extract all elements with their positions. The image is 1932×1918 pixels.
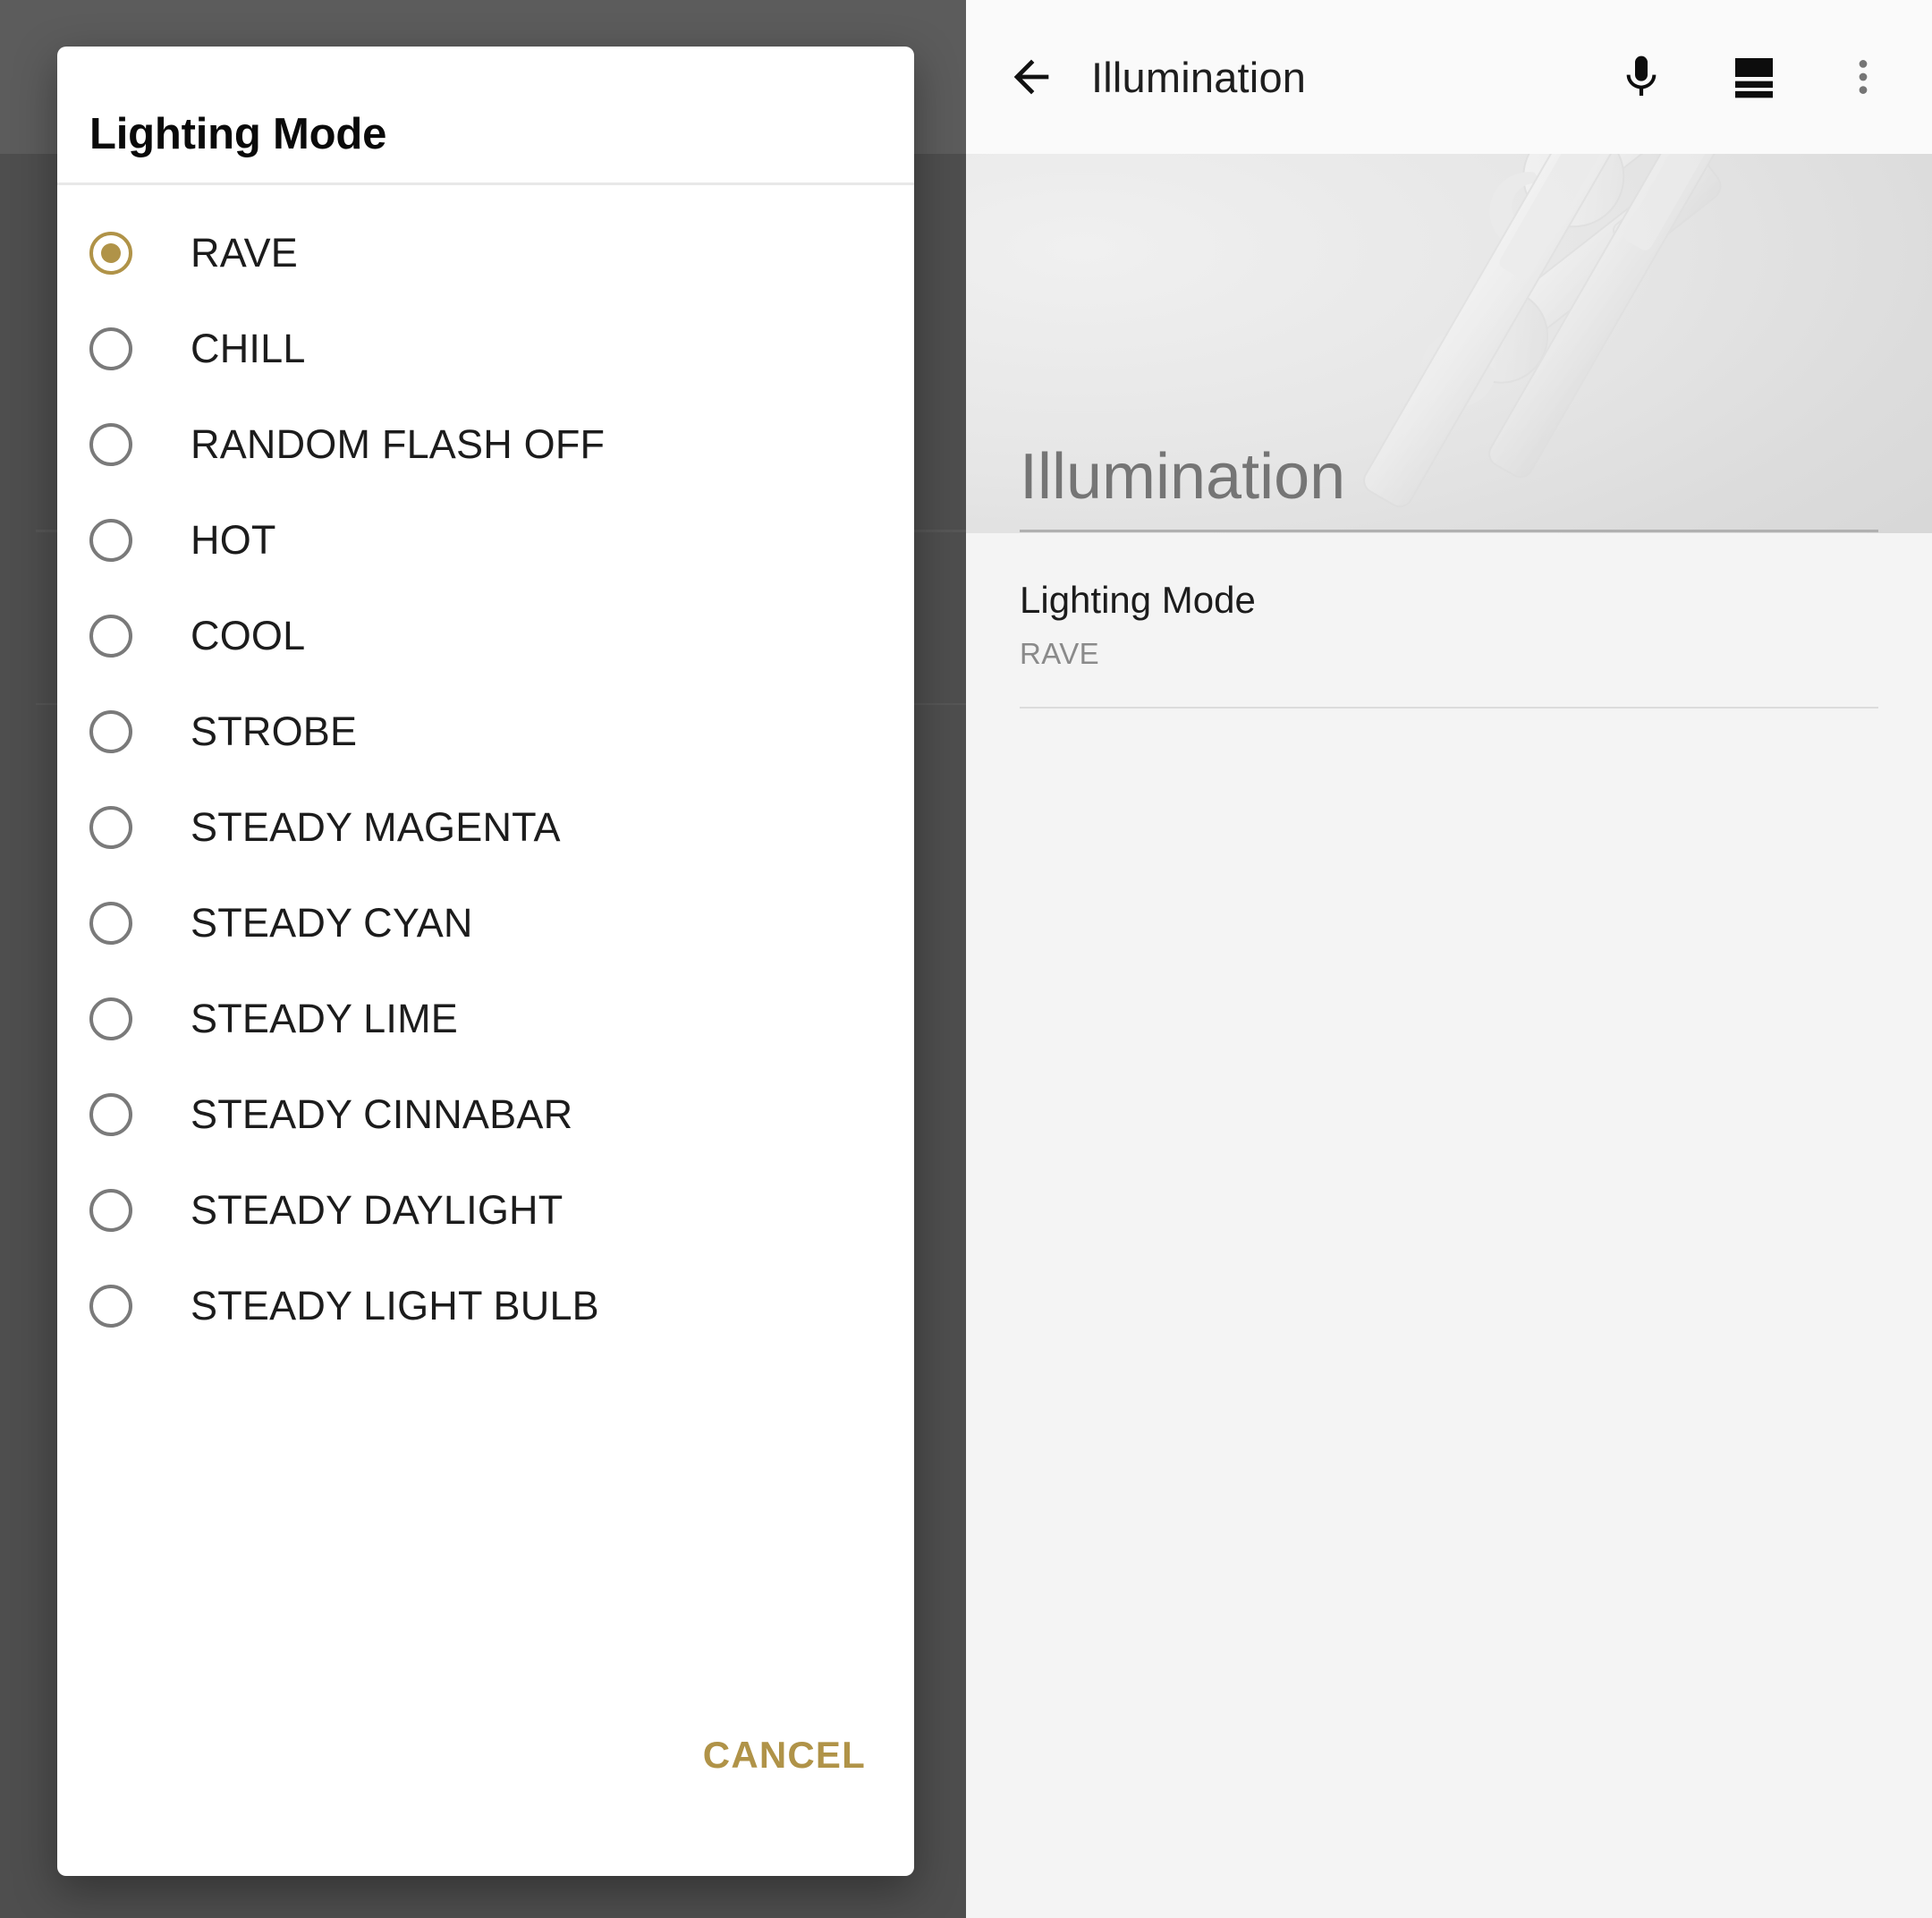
back-arrow-icon[interactable] xyxy=(1004,49,1059,105)
radio-button[interactable] xyxy=(89,614,132,658)
app-bar-title: Illumination xyxy=(1091,53,1307,101)
radio-button[interactable] xyxy=(89,997,132,1040)
radio-option-label: CHILL xyxy=(191,325,306,371)
radio-option-label: COOL xyxy=(191,612,306,658)
radio-option-row[interactable]: CHILL xyxy=(57,301,914,396)
radio-button[interactable] xyxy=(89,709,132,753)
dialog-title: Lighting Mode xyxy=(89,110,387,158)
radio-button[interactable] xyxy=(89,518,132,562)
radio-option-label: STEADY CYAN xyxy=(191,899,473,946)
radio-option-label: STEADY MAGENTA xyxy=(191,803,561,850)
preference-item-lighting-mode[interactable]: Lighting Mode RAVE xyxy=(966,537,1932,707)
radio-option-label: STEADY LIME xyxy=(191,995,458,1041)
dialog-button-bar: CANCEL xyxy=(57,1688,914,1876)
radio-option-label: STEADY LIGHT BULB xyxy=(191,1282,599,1328)
radio-button[interactable] xyxy=(89,805,132,849)
settings-activity: Illumination Illumination Lighting Mode … xyxy=(966,0,1932,1918)
radio-option-label: STEADY CINNABAR xyxy=(191,1091,573,1137)
lighting-mode-dialog: Lighting Mode RAVE CHILL RANDOM FLASH OFF H… xyxy=(57,47,914,1876)
radio-option-row[interactable]: STEADY LIME xyxy=(57,971,914,1066)
page-title: Illumination xyxy=(1020,441,1346,513)
radio-option-row[interactable]: RAVE xyxy=(57,205,914,301)
preference-title: Lighting Mode xyxy=(1020,579,1256,621)
radio-option-row[interactable]: COOL xyxy=(57,588,914,683)
radio-button-selected[interactable] xyxy=(89,231,132,275)
hero-header: Illumination xyxy=(966,154,1932,533)
radio-option-row[interactable]: STEADY DAYLIGHT xyxy=(57,1162,914,1258)
radio-option-row[interactable]: STEADY CYAN xyxy=(57,875,914,971)
view-agenda-icon[interactable] xyxy=(1723,46,1785,108)
preference-summary: RAVE xyxy=(1020,636,1100,670)
mic-icon[interactable] xyxy=(1610,46,1673,108)
app-bar: Illumination xyxy=(966,0,1932,154)
radio-option-row[interactable]: STEADY MAGENTA xyxy=(57,779,914,875)
radio-option-row[interactable]: RANDOM FLASH OFF xyxy=(57,396,914,492)
radio-button[interactable] xyxy=(89,1284,132,1328)
radio-button[interactable] xyxy=(89,901,132,945)
preference-list: Lighting Mode RAVE xyxy=(966,537,1932,709)
radio-option-label: HOT xyxy=(191,516,276,563)
radio-option-label: STROBE xyxy=(191,708,358,754)
radio-button[interactable] xyxy=(89,1188,132,1232)
radio-option-label: STEADY DAYLIGHT xyxy=(191,1186,564,1233)
overflow-menu-icon[interactable] xyxy=(1832,46,1894,108)
header-divider xyxy=(1020,530,1878,532)
radio-button[interactable] xyxy=(89,422,132,466)
radio-button[interactable] xyxy=(89,1092,132,1136)
radio-option-row[interactable]: HOT xyxy=(57,492,914,588)
radio-option-row[interactable]: STEADY CINNABAR xyxy=(57,1066,914,1162)
radio-option-row[interactable]: STROBE xyxy=(57,683,914,779)
radio-option-label: RANDOM FLASH OFF xyxy=(191,420,606,467)
radio-option-list: RAVE CHILL RANDOM FLASH OFF HOT COOL STROBE ST… xyxy=(57,185,914,1688)
radio-button[interactable] xyxy=(89,327,132,370)
radio-option-row[interactable]: STEADY LIGHT BULB xyxy=(57,1258,914,1354)
radio-option-label: RAVE xyxy=(191,229,299,276)
cancel-button[interactable]: CANCEL xyxy=(694,1721,875,1789)
preference-divider xyxy=(1020,706,1878,709)
